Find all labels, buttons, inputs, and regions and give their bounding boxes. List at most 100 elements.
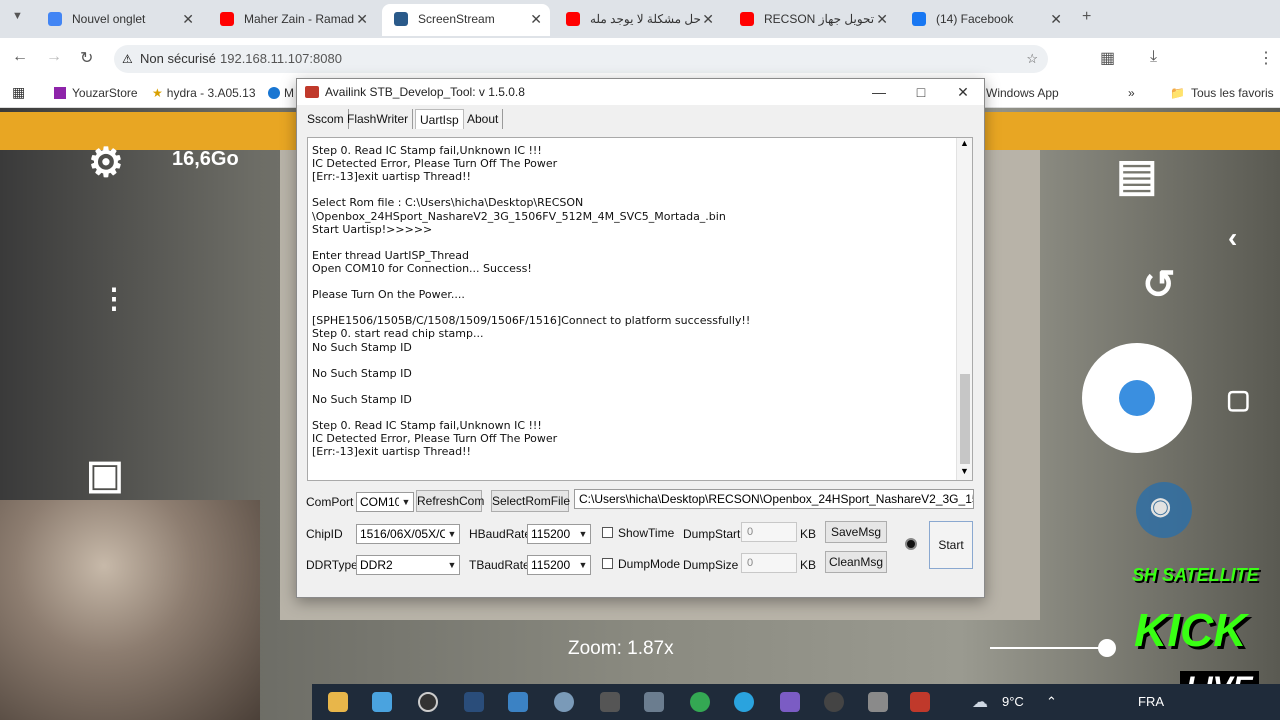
availink-taskbar-icon[interactable] bbox=[910, 692, 930, 712]
app-icon-13[interactable] bbox=[868, 692, 888, 712]
youtube-icon bbox=[220, 12, 234, 26]
browser-tab[interactable]: RECSON تحويل جهاز ✕ bbox=[728, 4, 896, 36]
comport-select[interactable]: COM10 ▼ bbox=[356, 492, 414, 512]
menu-icon[interactable]: ⋮ bbox=[1258, 48, 1274, 68]
start-button[interactable]: Start bbox=[929, 521, 973, 569]
gallery-icon[interactable]: ▤ bbox=[1116, 150, 1158, 201]
dumpmode-checkbox[interactable] bbox=[602, 558, 613, 569]
obs-icon[interactable] bbox=[418, 692, 438, 712]
close-tab-icon[interactable]: ✕ bbox=[702, 4, 714, 34]
settings-gear-icon[interactable]: ⚙ bbox=[88, 140, 124, 186]
close-tab-icon[interactable]: ✕ bbox=[530, 4, 542, 34]
chipid-select[interactable]: 1516/06X/05X/C ▼ bbox=[356, 524, 460, 544]
settings-taskbar-icon[interactable] bbox=[824, 692, 844, 712]
stop-icon[interactable]: ▢ bbox=[1226, 384, 1251, 415]
switch-camera-icon[interactable]: ↺ bbox=[1142, 262, 1176, 308]
scroll-up-icon[interactable]: ▲ bbox=[960, 138, 969, 148]
reload-icon[interactable]: ↻ bbox=[80, 48, 93, 68]
browser-tab[interactable]: Maher Zain - Ramad ✕ bbox=[208, 4, 376, 36]
forward-icon[interactable]: → bbox=[46, 48, 62, 66]
bookmarks-overflow-icon[interactable]: » bbox=[1128, 86, 1135, 100]
more-options-icon[interactable]: ⋮ bbox=[100, 285, 128, 313]
ddrtype-select[interactable]: DDR2 ▼ bbox=[356, 555, 460, 575]
bookmark-hydra[interactable]: ★ hydra - 3.A05.13 bbox=[152, 86, 256, 100]
tab-flashwriter[interactable]: FlashWriter bbox=[343, 109, 414, 129]
back-icon[interactable]: ← bbox=[12, 48, 28, 66]
log-line: Enter thread UartISP_Thread bbox=[312, 248, 470, 262]
telegram-icon[interactable] bbox=[734, 692, 754, 712]
tbaudrate-select[interactable]: 115200 ▼ bbox=[527, 555, 591, 575]
new-tab-icon[interactable]: + bbox=[1082, 8, 1091, 26]
bookmark-youzarstore[interactable]: YouzarStore bbox=[54, 86, 138, 100]
photos-icon[interactable] bbox=[372, 692, 392, 712]
calculator-icon[interactable] bbox=[600, 692, 620, 712]
youtube-icon bbox=[566, 12, 580, 26]
app-icon-6[interactable] bbox=[554, 692, 574, 712]
url-text[interactable]: 192.168.11.107:8080 bbox=[220, 45, 342, 73]
star-icon[interactable]: ☆ bbox=[1026, 45, 1038, 73]
log-line: No Such Stamp ID bbox=[312, 340, 412, 354]
close-tab-icon[interactable]: ✕ bbox=[182, 4, 194, 34]
address-bar[interactable]: ⚠ Non sécurisé 192.168.11.107:8080 ☆ bbox=[114, 45, 1048, 73]
browser-tab[interactable]: (14) Facebook ✕ bbox=[900, 4, 1070, 36]
tab-list-icon[interactable]: ▼ bbox=[12, 10, 23, 22]
weather-icon[interactable]: ☁ bbox=[972, 692, 988, 712]
dumpstart-input[interactable]: 0 bbox=[741, 522, 797, 542]
log-line: Open COM10 for Connection... Success! bbox=[312, 261, 532, 275]
zoom-slider-knob[interactable] bbox=[1098, 639, 1116, 657]
bookmark-m[interactable]: M bbox=[268, 86, 294, 100]
window-titlebar[interactable]: Availink STB_Develop_Tool: v 1.5.0.8 — □… bbox=[297, 79, 984, 105]
chrome-taskbar-icon[interactable] bbox=[690, 692, 710, 712]
log-scrollbar[interactable]: ▲ ▼ bbox=[956, 138, 972, 480]
app-icon-8[interactable] bbox=[644, 692, 664, 712]
log-output[interactable]: Step 0. Read IC Stamp fail,Unknown IC !!… bbox=[307, 137, 973, 481]
lang-indicator[interactable]: FRA bbox=[1138, 694, 1164, 709]
refresh-com-button[interactable]: RefreshCom bbox=[416, 490, 484, 512]
tab-label: Nouvel onglet bbox=[72, 12, 146, 26]
tab-sscom[interactable]: Sscom bbox=[303, 109, 349, 129]
weather-temp[interactable]: 9°C bbox=[1002, 694, 1024, 709]
record-button[interactable] bbox=[1082, 343, 1192, 453]
select-rom-file-button[interactable]: SelectRomFile bbox=[491, 490, 570, 512]
ddrtype-label: DDRType bbox=[306, 558, 358, 572]
tab-about[interactable]: About bbox=[463, 109, 504, 129]
download-icon[interactable]: ⤓ bbox=[1150, 48, 1157, 66]
app-icon-5[interactable] bbox=[508, 692, 528, 712]
file-explorer-icon[interactable] bbox=[328, 692, 348, 712]
close-tab-icon[interactable]: ✕ bbox=[356, 4, 368, 34]
browser-tab[interactable]: Nouvel onglet ✕ bbox=[36, 4, 202, 36]
showtime-checkbox[interactable] bbox=[602, 527, 613, 538]
maximize-icon[interactable]: □ bbox=[901, 79, 941, 105]
comport-label: ComPort bbox=[306, 495, 354, 509]
rom-path-field[interactable]: C:\Users\hicha\Desktop\RECSON\Openbox_24… bbox=[574, 489, 974, 509]
browser-tab[interactable]: ScreenStream ✕ bbox=[382, 4, 550, 36]
zoom-track[interactable] bbox=[990, 647, 1108, 649]
apps-icon[interactable]: ▦ bbox=[12, 84, 25, 101]
save-msg-button[interactable]: SaveMsg bbox=[825, 521, 887, 543]
bookmark-windows-app[interactable]: Windows App bbox=[986, 86, 1059, 100]
close-tab-icon[interactable]: ✕ bbox=[1050, 4, 1062, 34]
tab-label: ScreenStream bbox=[418, 12, 495, 26]
app-icon-11[interactable] bbox=[780, 692, 800, 712]
camera-button[interactable]: ◉ bbox=[1136, 482, 1192, 538]
chrome-icon bbox=[48, 12, 62, 26]
clean-msg-button[interactable]: CleanMsg bbox=[825, 551, 887, 573]
dumpsize-input[interactable]: 0 bbox=[741, 553, 797, 573]
tab-uartisp[interactable]: UartIsp bbox=[415, 109, 464, 129]
dumpstart-label: DumpStart bbox=[683, 527, 741, 541]
scroll-thumb[interactable] bbox=[960, 374, 970, 464]
extensions-icon[interactable]: ▦ bbox=[1100, 48, 1115, 68]
browser-tab[interactable]: حل مشكلة لا يوجد مله ✕ bbox=[554, 4, 722, 36]
log-line: IC Detected Error, Please Turn Off The P… bbox=[312, 432, 558, 446]
scroll-down-icon[interactable]: ▼ bbox=[960, 466, 969, 476]
hbaudrate-select[interactable]: 115200 ▼ bbox=[527, 524, 591, 544]
chevron-left-icon[interactable]: ‹ bbox=[1228, 222, 1237, 254]
add-image-icon[interactable]: ▣ bbox=[86, 452, 124, 498]
close-tab-icon[interactable]: ✕ bbox=[876, 4, 888, 34]
log-line: Please Turn On the Power.... bbox=[312, 288, 465, 302]
minimize-icon[interactable]: — bbox=[859, 79, 899, 105]
tray-chevron-icon[interactable]: ⌃ bbox=[1046, 694, 1057, 710]
all-bookmarks[interactable]: 📁 Tous les favoris bbox=[1170, 86, 1274, 100]
close-icon[interactable]: ✕ bbox=[943, 79, 983, 105]
app-icon-4[interactable] bbox=[464, 692, 484, 712]
